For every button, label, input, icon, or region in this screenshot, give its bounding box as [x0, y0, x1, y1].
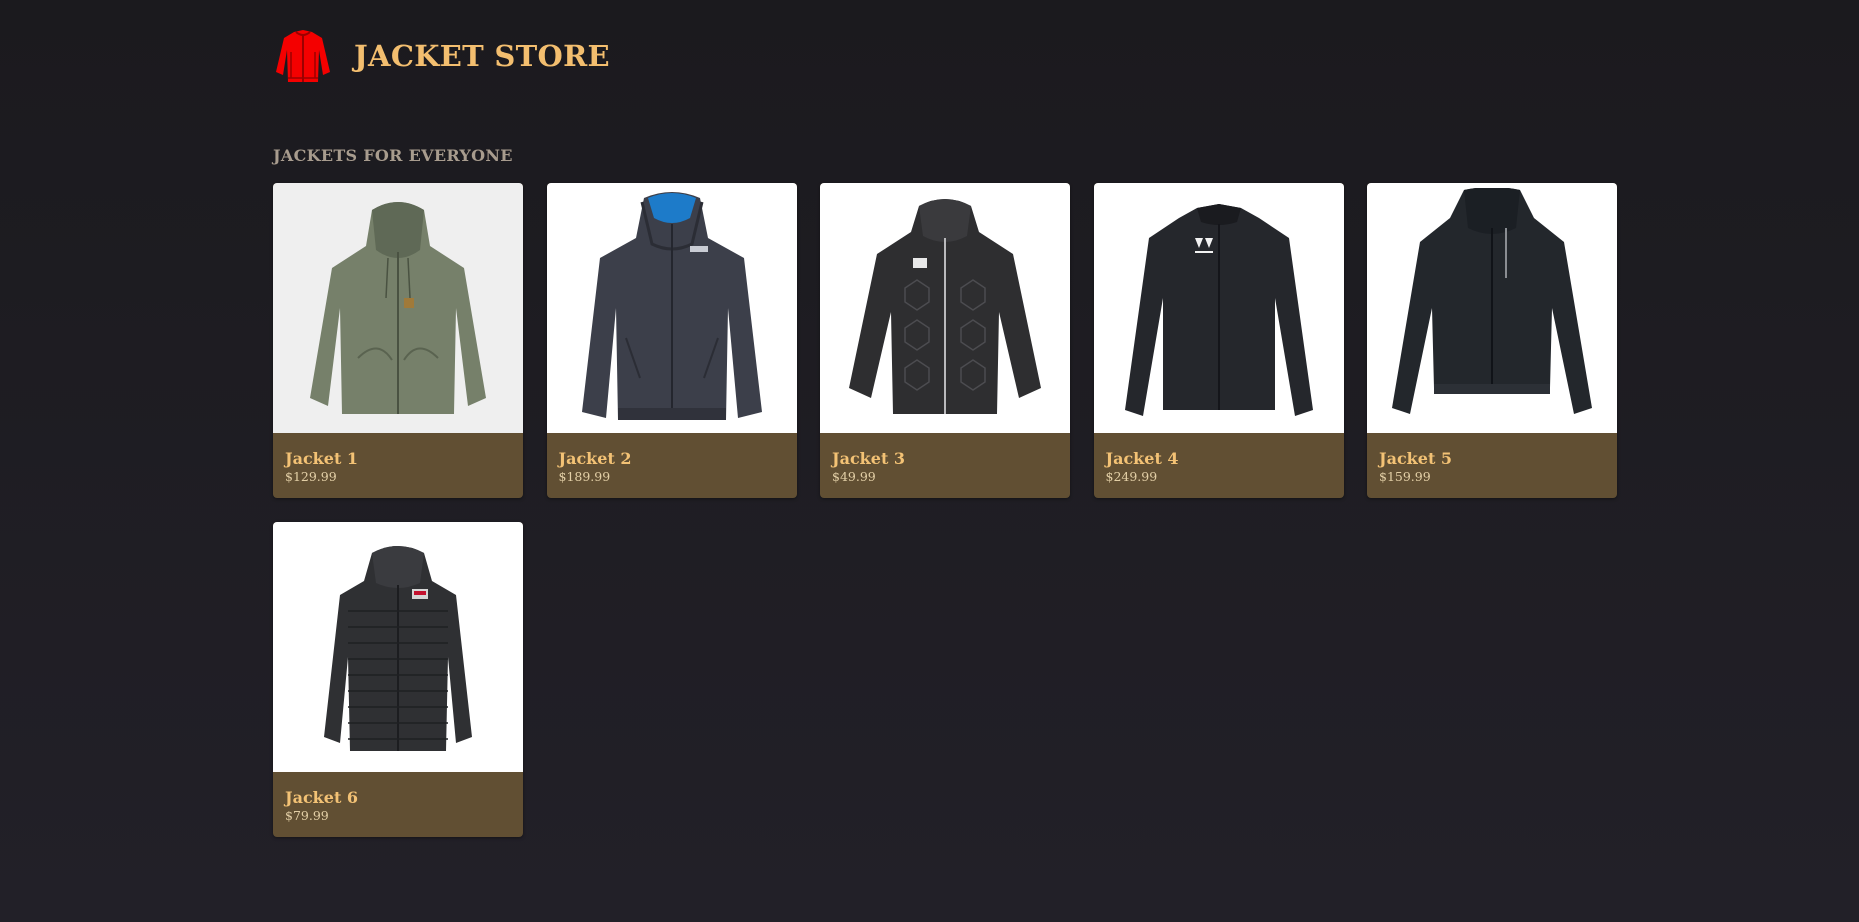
- puffer-jacket-image[interactable]: [273, 522, 523, 772]
- product-price: $49.99: [832, 469, 876, 484]
- product-name[interactable]: Jacket 6: [285, 788, 511, 807]
- jacket-logo-icon[interactable]: [272, 28, 334, 84]
- green-hooded-jacket-image[interactable]: [273, 183, 523, 433]
- product-name[interactable]: Jacket 1: [285, 449, 511, 468]
- product-price: $79.99: [285, 808, 329, 823]
- product-name[interactable]: Jacket 2: [559, 449, 785, 468]
- product-price: $249.99: [1105, 469, 1158, 484]
- product-name[interactable]: Jacket 4: [1106, 449, 1332, 468]
- product-grid: Jacket 1 $129.99 Jacket 2 $189.99 Jacket…: [273, 183, 1643, 837]
- product-card[interactable]: Jacket 3 $49.99: [820, 183, 1070, 498]
- section-heading: JACKETS FOR EVERYONE: [273, 146, 513, 165]
- product-name[interactable]: Jacket 5: [1379, 449, 1605, 468]
- product-card[interactable]: Jacket 5 $159.99: [1367, 183, 1617, 498]
- product-price: $159.99: [1379, 469, 1431, 484]
- store-title[interactable]: JACKET STORE: [354, 39, 610, 73]
- product-card[interactable]: Jacket 1 $129.99: [273, 183, 523, 498]
- quilted-hooded-jacket-image[interactable]: [820, 183, 1070, 433]
- product-price: $129.99: [285, 469, 337, 484]
- product-card[interactable]: Jacket 6 $79.99: [273, 522, 523, 837]
- site-header: JACKET STORE: [272, 26, 610, 86]
- navy-hooded-jacket-image[interactable]: [546, 183, 797, 433]
- product-price: $189.99: [558, 469, 611, 484]
- product-card[interactable]: Jacket 4 $249.99: [1093, 183, 1344, 498]
- product-name[interactable]: Jacket 3: [832, 449, 1058, 468]
- black-track-jacket-image[interactable]: [1093, 183, 1344, 433]
- black-shell-jacket-image[interactable]: [1367, 183, 1617, 433]
- product-card[interactable]: Jacket 2 $189.99: [546, 183, 797, 498]
